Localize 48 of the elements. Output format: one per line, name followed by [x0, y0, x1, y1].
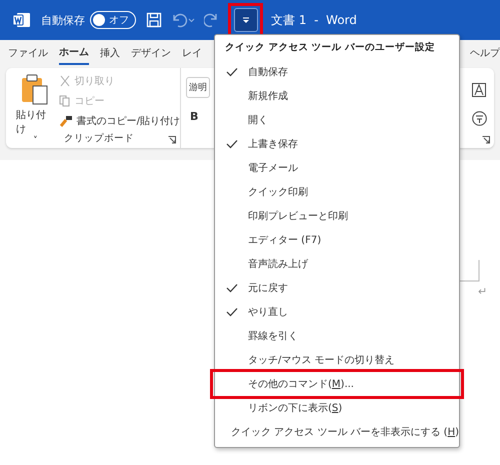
- bold-button[interactable]: B: [186, 110, 210, 123]
- checkmark-icon: [226, 67, 238, 77]
- character-border-icon[interactable]: [472, 83, 486, 97]
- menu-item[interactable]: エディター (F7): [215, 228, 459, 252]
- menu-item[interactable]: やり直し: [215, 300, 459, 324]
- menu-item[interactable]: タッチ/マウス モードの切り替え: [215, 348, 459, 372]
- group-label: クリップボード: [64, 132, 134, 145]
- menu-item[interactable]: リボンの下に表示(S): [215, 396, 459, 420]
- menu-item[interactable]: 開く: [215, 108, 459, 132]
- dialog-launcher-icon[interactable]: [482, 136, 490, 144]
- word-app-icon: [13, 12, 31, 28]
- copy-icon: [58, 95, 71, 107]
- dialog-launcher-icon[interactable]: [168, 136, 176, 144]
- menu-item[interactable]: 音声読み上げ: [215, 252, 459, 276]
- format-painter-button[interactable]: 書式のコピー/貼り付け: [58, 114, 180, 128]
- menu-item[interactable]: 自動保存: [215, 60, 459, 84]
- dropdown-icon: [242, 16, 250, 24]
- font-name-field[interactable]: 游明: [186, 77, 210, 98]
- checkmark-icon: [226, 283, 238, 293]
- enclosed-character-icon[interactable]: [472, 111, 486, 126]
- checkmark-icon: [226, 139, 238, 149]
- paste-button[interactable]: 貼り付け: [16, 108, 55, 136]
- menu-title: クイック アクセス ツール バーのユーザー設定: [224, 40, 436, 55]
- margin-corner-mark: [460, 260, 480, 282]
- scissors-icon: [58, 75, 71, 87]
- menu-item[interactable]: 元に戻す: [215, 276, 459, 300]
- save-icon[interactable]: [146, 12, 162, 28]
- paragraph-mark: ↵: [478, 285, 488, 298]
- clipboard-icon[interactable]: [20, 74, 50, 106]
- menu-item[interactable]: 電子メール: [215, 156, 459, 180]
- caret-icon[interactable]: ˅: [33, 136, 38, 146]
- menu-item[interactable]: クイック アクセス ツール バーを非表示にする (H): [215, 420, 459, 444]
- autosave-toggle[interactable]: オフ: [90, 11, 136, 29]
- ribbon-tab[interactable]: ヘルプ: [470, 42, 500, 64]
- window-title: 文書 1 - Word: [271, 12, 357, 28]
- ribbon-tab[interactable]: ファイル: [8, 42, 48, 64]
- checkmark-icon: [226, 307, 238, 317]
- menu-item[interactable]: 新規作成: [215, 84, 459, 108]
- menu-item[interactable]: クイック印刷: [215, 180, 459, 204]
- menu-item[interactable]: 罫線を引く: [215, 324, 459, 348]
- autosave-label: 自動保存: [41, 12, 85, 28]
- menu-item[interactable]: 印刷プレビューと印刷: [215, 204, 459, 228]
- ribbon-tab[interactable]: 挿入: [100, 42, 120, 64]
- paintbrush-icon: [58, 115, 73, 127]
- menu-item[interactable]: 上書き保存: [215, 132, 459, 156]
- ribbon-tab[interactable]: レイ: [182, 42, 202, 64]
- ribbon-tab[interactable]: デザイン: [131, 42, 171, 64]
- menu-item[interactable]: その他のコマンド(M)...: [213, 372, 461, 396]
